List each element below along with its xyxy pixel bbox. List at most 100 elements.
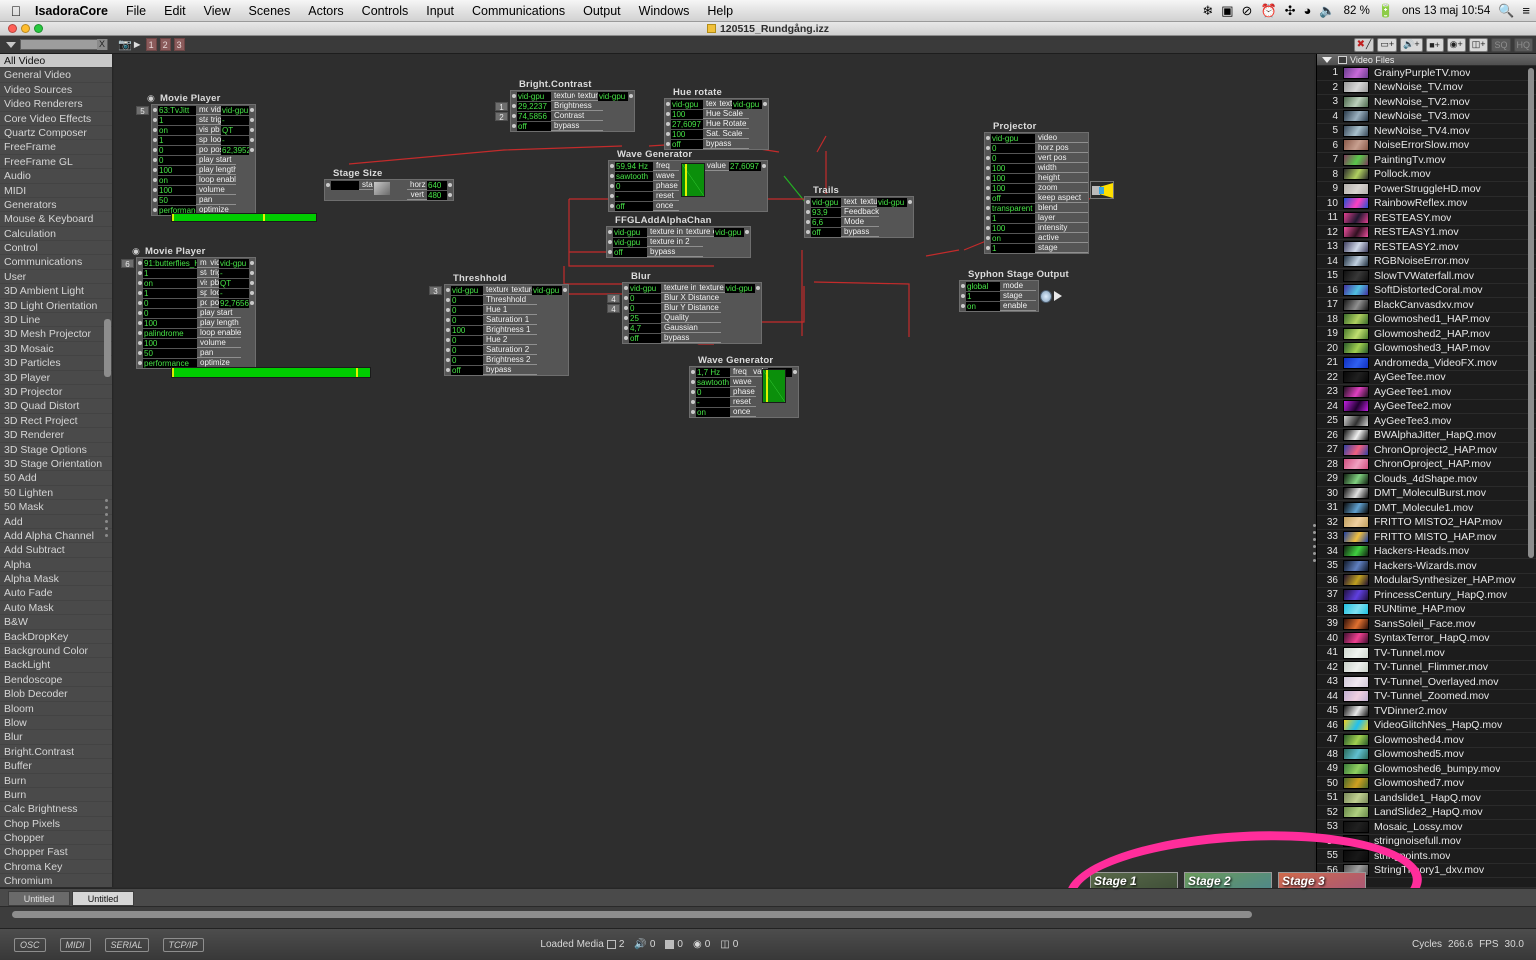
input-port[interactable] (624, 296, 628, 300)
panel-resize-grip[interactable] (105, 499, 110, 537)
input-value[interactable]: vid-gpu (613, 227, 647, 237)
patch-node-projector[interactable]: Projector vid-gpu video 0 horz pos 0 vert pos 1… (984, 121, 1114, 254)
input-value[interactable]: 100 (991, 173, 1035, 183)
media-list-item[interactable]: 27 ChronOproject2_HAP.mov (1317, 443, 1536, 458)
output-port[interactable] (763, 102, 767, 106)
input-port[interactable] (624, 306, 628, 310)
output-value[interactable]: 640 (427, 180, 447, 190)
output-value[interactable]: 480 (427, 190, 447, 200)
actor-item[interactable]: Buffer (0, 759, 112, 774)
input-value[interactable]: 63:TvJitt (158, 105, 196, 115)
input-value[interactable]: - (696, 397, 730, 407)
input-value[interactable]: 100 (143, 318, 197, 328)
input-value[interactable]: 1 (966, 291, 1000, 301)
output-value[interactable]: vid-gpu (714, 227, 744, 237)
media-list-item[interactable]: 13 RESTEASY2.mov (1317, 240, 1536, 255)
actor-item[interactable]: Blob Decoder (0, 687, 112, 702)
actor-item[interactable]: Blur (0, 730, 112, 745)
input-value[interactable]: off (629, 333, 661, 343)
input-port[interactable] (691, 400, 695, 404)
actor-item[interactable]: 50 Lighten (0, 486, 112, 501)
input-port[interactable] (986, 246, 990, 250)
input-port[interactable] (138, 351, 142, 355)
input-port[interactable] (138, 261, 142, 265)
patch-node-bright-contrast[interactable]: Bright.Contrastvid-gputexture intexture … (495, 79, 635, 132)
input-value[interactable]: 0 (451, 305, 483, 315)
input-port[interactable] (153, 198, 157, 202)
input-value[interactable]: on (696, 407, 730, 417)
output-port[interactable] (250, 261, 254, 265)
menu-output[interactable]: Output (574, 0, 630, 22)
input-port[interactable] (806, 200, 810, 204)
input-value[interactable]: 4,7 (629, 323, 661, 333)
input-port[interactable] (446, 338, 450, 342)
input-port[interactable] (610, 194, 614, 198)
actor-category-freeframe[interactable]: FreeFrame (0, 140, 112, 155)
actor-category-general-video[interactable]: General Video (0, 68, 112, 83)
output-port[interactable] (250, 128, 254, 132)
actor-item[interactable]: Burn (0, 774, 112, 788)
list-icon[interactable]: ≡ (1522, 0, 1530, 22)
actor-item[interactable]: Background Color (0, 644, 112, 659)
input-value[interactable]: 100 (991, 223, 1035, 233)
input-port[interactable] (512, 94, 516, 98)
actor-category-all-video[interactable]: All Video (0, 54, 112, 69)
patch-node-syphon-stage-output[interactable]: Syphon Stage Output global mode 1 stage on ena… (959, 269, 1069, 312)
media-list-item[interactable]: 7 PaintingTv.mov (1317, 153, 1536, 168)
clear-search-button[interactable]: X (97, 39, 107, 50)
actor-item[interactable]: Chromium (0, 874, 112, 887)
media-list-item[interactable]: 41 TV-Tunnel.mov (1317, 646, 1536, 661)
input-value[interactable]: 25 (629, 313, 661, 323)
actor-item[interactable]: Chopper Fast (0, 845, 112, 860)
input-port[interactable] (446, 288, 450, 292)
category-scrollbar-thumb[interactable] (104, 319, 111, 377)
input-value[interactable]: off (615, 201, 653, 211)
media-list-item[interactable]: 3 NewNoise_TV2.mov (1317, 95, 1536, 110)
input-value[interactable]: vid-gpu (811, 197, 841, 207)
media-panel-grip[interactable] (1313, 524, 1316, 566)
menu-view[interactable]: View (195, 0, 240, 22)
input-port[interactable] (691, 410, 695, 414)
input-port[interactable] (624, 286, 628, 290)
output-port[interactable] (448, 183, 452, 187)
actor-name-list[interactable]: 3D Ambient Light 3D Light Orientation 3D L… (0, 284, 112, 887)
input-value[interactable]: off (451, 365, 483, 375)
patch-node-stage-size[interactable]: Stage Size stage horz 640 vert 480 (324, 168, 454, 201)
output-port[interactable] (250, 271, 254, 275)
output-port[interactable] (250, 118, 254, 122)
input-port[interactable] (610, 204, 614, 208)
actor-item[interactable]: 3D Stage Options (0, 443, 112, 457)
input-port[interactable] (986, 186, 990, 190)
input-value[interactable]: off (517, 121, 551, 131)
output-port[interactable] (793, 370, 797, 374)
search-input[interactable]: X (20, 39, 108, 50)
osc-status-button[interactable]: OSC (14, 937, 46, 952)
actor-item[interactable]: B&W (0, 615, 112, 630)
media-list-item[interactable]: 38 RUNtime_HAP.mov (1317, 603, 1536, 617)
add-container-button[interactable]: ◫+ (1468, 37, 1489, 52)
add-stage-button[interactable]: ■+ (1425, 37, 1444, 52)
media-list-item[interactable]: 25 AyGeeTee3.mov (1317, 414, 1536, 429)
input-value[interactable]: off (613, 247, 647, 257)
input-port[interactable] (666, 112, 670, 116)
actor-item[interactable]: Bendoscope (0, 673, 112, 688)
actor-item[interactable]: Blow (0, 716, 112, 731)
timemachine-icon[interactable]: ⏰ (1260, 0, 1276, 22)
menu-controls[interactable]: Controls (353, 0, 418, 22)
input-port[interactable] (138, 291, 142, 295)
actor-item[interactable]: 3D Player (0, 371, 112, 385)
media-list-item[interactable]: 52 LandSlide2_HapQ.mov (1317, 806, 1536, 820)
scene-tab-2[interactable]: Untitled (72, 891, 134, 906)
media-list-item[interactable]: 9 PowerStruggleHD.mov (1317, 182, 1536, 197)
input-port[interactable] (986, 176, 990, 180)
input-value[interactable]: 29,2237 (517, 101, 551, 111)
input-port[interactable] (608, 230, 612, 234)
input-port[interactable] (153, 208, 157, 212)
display-icon[interactable]: ▣ (1221, 0, 1233, 22)
output-port[interactable] (756, 286, 760, 290)
input-value[interactable]: 0 (158, 155, 196, 165)
input-port[interactable] (153, 118, 157, 122)
media-list-item[interactable]: 47 Glowmoshed4.mov (1317, 733, 1536, 748)
media-list-item[interactable]: 6 NoiseErrorSlow.mov (1317, 139, 1536, 153)
input-port[interactable] (153, 108, 157, 112)
